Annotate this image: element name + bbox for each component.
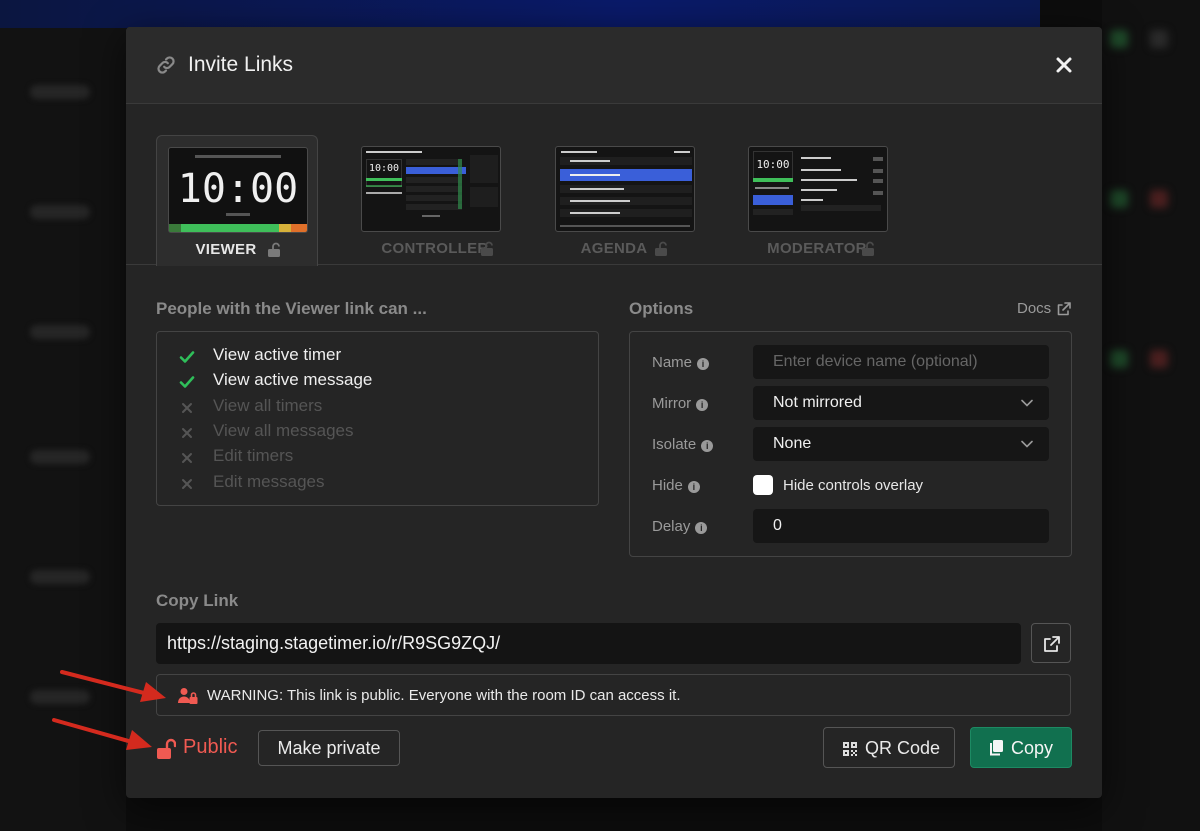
info-icon[interactable]: i bbox=[697, 358, 710, 370]
isolate-label: Isolate bbox=[652, 436, 697, 453]
permission-label: Edit timers bbox=[213, 446, 294, 465]
link-icon bbox=[157, 56, 175, 74]
options-panel: Namei Mirrori Not mirrored Isolatei None… bbox=[629, 331, 1072, 557]
thumbnail-timer: 10:00 bbox=[756, 158, 790, 171]
permission-label: View all timers bbox=[213, 396, 323, 415]
chevron-down-icon bbox=[1021, 440, 1033, 448]
qr-code-button[interactable]: QR Code bbox=[823, 727, 955, 768]
delay-input[interactable]: 0 bbox=[753, 509, 1049, 543]
hide-option: Hide i bbox=[652, 477, 700, 494]
options-title: Options bbox=[629, 299, 694, 318]
delay-label: Delay bbox=[652, 518, 691, 535]
thumbnail-timer: 10:00 bbox=[177, 166, 299, 212]
modal-title: Invite Links bbox=[188, 53, 294, 76]
copy-link-title: Copy Link bbox=[156, 591, 239, 610]
qr-code-label: QR Code bbox=[865, 738, 941, 758]
background-app-header bbox=[0, 0, 1040, 28]
unlock-icon bbox=[862, 241, 874, 256]
delay-option: Delay i bbox=[652, 518, 708, 535]
invite-url-field[interactable]: https://staging.stagetimer.io/r/R9SG9ZQJ… bbox=[156, 623, 1021, 664]
annotation-arrow bbox=[52, 718, 152, 750]
hide-controls-checkbox[interactable] bbox=[753, 475, 773, 495]
background-blur bbox=[1110, 190, 1128, 208]
name-option: Name i bbox=[652, 354, 710, 371]
isolate-option: Isolate i bbox=[652, 436, 714, 453]
controller-thumbnail: 10:00 bbox=[361, 146, 501, 232]
warning-text: WARNING: This link is public. Everyone w… bbox=[207, 687, 681, 704]
permission-label: View active timer bbox=[213, 345, 342, 364]
copy-label: Copy bbox=[1011, 738, 1054, 758]
background-blur bbox=[30, 325, 90, 339]
copy-button[interactable]: Copy bbox=[970, 727, 1072, 768]
external-link-icon bbox=[1044, 636, 1060, 652]
mirror-value: Not mirrored bbox=[773, 394, 862, 411]
permissions-title: People with the Viewer link can ... bbox=[156, 299, 427, 318]
info-icon[interactable]: i bbox=[687, 481, 700, 493]
docs-link[interactable]: Docs bbox=[1017, 300, 1051, 317]
moderator-thumbnail: 10:00 bbox=[748, 146, 888, 232]
x-icon bbox=[182, 428, 192, 438]
permission-label: View active message bbox=[213, 370, 373, 389]
isolate-select[interactable]: None bbox=[753, 427, 1049, 461]
public-warning: WARNING: This link is public. Everyone w… bbox=[156, 674, 1071, 716]
thumbnail-timer: 10:00 bbox=[368, 163, 400, 174]
make-private-button[interactable]: Make private bbox=[258, 730, 400, 766]
unlock-icon bbox=[481, 241, 493, 256]
unlock-icon bbox=[157, 738, 176, 759]
info-icon[interactable]: i bbox=[701, 440, 714, 452]
background-blur bbox=[1110, 350, 1128, 368]
copy-icon bbox=[990, 740, 1003, 756]
tab-label: CONTROLLER bbox=[381, 240, 489, 257]
mirror-label: Mirror bbox=[652, 395, 692, 412]
annotation-arrow bbox=[60, 670, 166, 702]
background-blur bbox=[30, 570, 90, 584]
unlock-icon bbox=[268, 242, 280, 257]
background-app-sidebar bbox=[0, 28, 126, 831]
x-icon bbox=[182, 453, 192, 463]
background-app-right bbox=[1102, 0, 1200, 831]
isolate-value: None bbox=[773, 435, 812, 452]
chevron-down-icon bbox=[1021, 399, 1033, 407]
unlock-icon bbox=[655, 241, 667, 256]
info-icon[interactable]: i bbox=[696, 399, 709, 411]
check-icon bbox=[179, 351, 195, 363]
invite-links-modal: Invite Links 10:00 VIEWER 10:00 CONTROLL… bbox=[126, 27, 1102, 798]
permission-label: Edit messages bbox=[213, 472, 325, 491]
close-icon[interactable] bbox=[1052, 53, 1076, 77]
hide-label: Hide bbox=[652, 477, 683, 494]
tab-viewer[interactable]: 10:00 VIEWER bbox=[156, 135, 318, 266]
user-lock-icon bbox=[178, 688, 198, 704]
permission-label: View all messages bbox=[213, 421, 354, 440]
mirror-select[interactable]: Not mirrored bbox=[753, 386, 1049, 420]
background-blur bbox=[1110, 30, 1128, 48]
mirror-option: Mirror i bbox=[652, 395, 709, 412]
background-blur bbox=[1150, 350, 1168, 368]
hide-controls-label[interactable]: Hide controls overlay bbox=[783, 477, 923, 494]
open-link-button[interactable] bbox=[1031, 623, 1071, 663]
name-label: Name bbox=[652, 354, 693, 371]
external-link-icon[interactable] bbox=[1057, 302, 1071, 316]
background-blur bbox=[1150, 190, 1168, 208]
check-icon bbox=[179, 376, 195, 388]
tab-moderator[interactable]: 10:00 MODERATOR bbox=[737, 135, 899, 265]
info-icon[interactable]: i bbox=[695, 522, 708, 534]
viewer-thumbnail: 10:00 bbox=[168, 147, 308, 233]
role-tabs: 10:00 VIEWER 10:00 CONTROLLER AGENDA 10:… bbox=[126, 105, 1102, 266]
modal-header: Invite Links bbox=[126, 27, 1102, 104]
x-icon bbox=[182, 403, 192, 413]
x-icon bbox=[182, 479, 192, 489]
background-blur bbox=[30, 85, 90, 99]
background-blur bbox=[30, 450, 90, 464]
device-name-input[interactable] bbox=[753, 345, 1049, 379]
qr-code-icon bbox=[843, 742, 857, 756]
tab-controller[interactable]: 10:00 CONTROLLER bbox=[350, 135, 512, 265]
tab-agenda[interactable]: AGENDA bbox=[544, 135, 706, 265]
background-blur bbox=[1150, 30, 1168, 48]
agenda-thumbnail bbox=[555, 146, 695, 232]
permissions-list: View active timer View active message Vi… bbox=[156, 331, 599, 506]
background-blur bbox=[30, 205, 90, 219]
public-status-label: Public bbox=[183, 736, 238, 758]
